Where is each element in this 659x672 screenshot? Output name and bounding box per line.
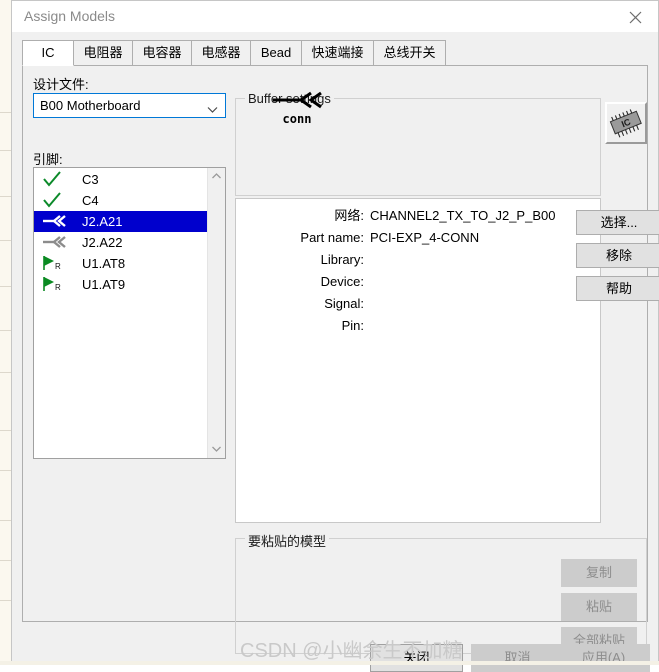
tab-label: Bead	[260, 45, 292, 60]
dialog-client-area: IC 电阻器 电容器 电感器 Bead 快速端接 总线开关 设计文件: B00 Mother…	[12, 32, 659, 672]
pin-list[interactable]: C3 C4 J2.A21 J2.A22 R U1.AT8 R U1.AT9	[33, 167, 226, 459]
ic-chip-button[interactable]: IC	[605, 102, 647, 144]
pin-list-item-label: J2.A22	[82, 235, 123, 250]
pin-list-item[interactable]: R U1.AT9	[34, 274, 208, 295]
pin-list-item[interactable]: J2.A22	[34, 232, 208, 253]
side-button[interactable]: 移除	[576, 243, 659, 268]
ic-chip-icon: IC	[609, 109, 642, 138]
connector-arrow-symbol	[273, 91, 322, 109]
resistor-flag-icon: R	[42, 255, 68, 272]
window-title: Assign Models	[24, 8, 116, 24]
check-icon	[42, 192, 68, 209]
model-info-panel: 网络: CHANNEL2_TX_TO_J2_P_B00 Part name: PCI-…	[235, 198, 601, 523]
pin-list-item-label: C3	[82, 172, 99, 187]
close-icon	[629, 11, 642, 24]
design-file-combobox[interactable]: B00 Motherboard	[33, 93, 226, 118]
pin-list-item-label: J2.A21	[82, 214, 123, 229]
model-info-row: Part name: PCI-EXP_4-CONN	[236, 227, 602, 249]
pin-list-item-label: U1.AT8	[82, 256, 126, 271]
tab-item-3[interactable]: 电感器	[191, 40, 251, 66]
model-info-row: Device:	[236, 271, 602, 293]
models-to-paste-group: 复制 粘贴 全部粘贴	[235, 538, 647, 655]
model-info-key: Signal:	[324, 296, 364, 311]
chevron-up-icon	[212, 173, 221, 179]
scroll-down-button[interactable]	[208, 441, 225, 458]
close-button[interactable]	[613, 1, 658, 31]
dialog-button: 取消	[471, 644, 564, 672]
paste-button: 粘贴	[561, 593, 637, 621]
resistor-flag-icon: R	[42, 276, 68, 293]
pin-list-scrollbar[interactable]	[207, 168, 225, 458]
model-info-row: Signal:	[236, 293, 602, 315]
tab-page-ic: 设计文件: B00 Motherboard 引脚: C3 C4 J2.A21 J2.A…	[22, 66, 659, 655]
pin-list-item[interactable]: C4	[34, 190, 208, 211]
pin-list-item-label: U1.AT9	[82, 277, 126, 292]
chevron-down-icon	[212, 446, 221, 452]
model-info-row: Library:	[236, 249, 602, 271]
svg-text:R: R	[55, 262, 61, 271]
paste-button: 复制	[561, 559, 637, 587]
tab-label: 电容器	[142, 45, 182, 60]
dialog-button: 应用(A)	[557, 644, 650, 672]
model-info-key: Pin:	[341, 318, 364, 333]
scroll-up-button[interactable]	[208, 168, 225, 185]
tab-item-4[interactable]: Bead	[250, 40, 302, 66]
model-info-value: CHANNEL2_TX_TO_J2_P_B00	[370, 208, 556, 223]
side-button[interactable]: 帮助	[576, 276, 659, 301]
tab-ic[interactable]: IC	[22, 40, 74, 66]
pins-label: 引脚:	[33, 152, 63, 167]
model-info-value: PCI-EXP_4-CONN	[370, 230, 480, 245]
tab-label: IC	[41, 45, 55, 60]
connector-symbol-label: conn	[282, 112, 312, 126]
tab-item-6[interactable]: 总线开关	[373, 40, 446, 66]
model-info-row: Pin:	[236, 315, 602, 337]
svg-text:R: R	[55, 283, 61, 292]
tab-item-1[interactable]: 电阻器	[73, 40, 133, 66]
tab-label: 电感器	[201, 45, 241, 60]
assign-models-dialog: Assign Models IC 电阻器 电容器 电感器 Bead 快速端接 总线开关 设计…	[11, 0, 659, 672]
tab-label: 电阻器	[83, 45, 123, 60]
connector-arrow-icon	[42, 213, 68, 230]
tab-label: 快速端接	[311, 45, 364, 60]
design-file-label: 设计文件:	[33, 77, 89, 92]
pin-list-items: C3 C4 J2.A21 J2.A22 R U1.AT8 R U1.AT9	[34, 169, 208, 295]
model-info-row: 网络: CHANNEL2_TX_TO_J2_P_B00	[236, 205, 602, 227]
side-button[interactable]: 选择...	[576, 210, 659, 235]
pin-list-item[interactable]: J2.A21	[34, 211, 208, 232]
design-file-value: B00 Motherboard	[40, 98, 141, 113]
pin-list-item[interactable]: C3	[34, 169, 208, 190]
pin-list-item-label: C4	[82, 193, 99, 208]
check-icon	[42, 171, 68, 188]
tab-item-5[interactable]: 快速端接	[301, 40, 374, 66]
model-info-key: 网络:	[334, 208, 364, 223]
chevron-down-icon	[207, 102, 218, 117]
tab-strip: IC 电阻器 电容器 电感器 Bead 快速端接 总线开关	[22, 40, 648, 66]
tab-item-2[interactable]: 电容器	[132, 40, 192, 66]
connector-arrow-icon	[42, 234, 68, 251]
model-info-key: Part name:	[300, 230, 364, 245]
models-to-paste-group-title: 要粘贴的模型	[245, 531, 330, 550]
connector-symbol: conn	[265, 88, 329, 132]
dialog-button[interactable]: 关闭	[370, 644, 463, 672]
tab-label: 总线开关	[383, 45, 436, 60]
pin-list-item[interactable]: R U1.AT8	[34, 253, 208, 274]
model-info-key: Library:	[320, 252, 364, 267]
bottom-strip	[0, 661, 659, 665]
model-info-key: Device:	[320, 274, 364, 289]
title-bar: Assign Models	[12, 1, 658, 32]
